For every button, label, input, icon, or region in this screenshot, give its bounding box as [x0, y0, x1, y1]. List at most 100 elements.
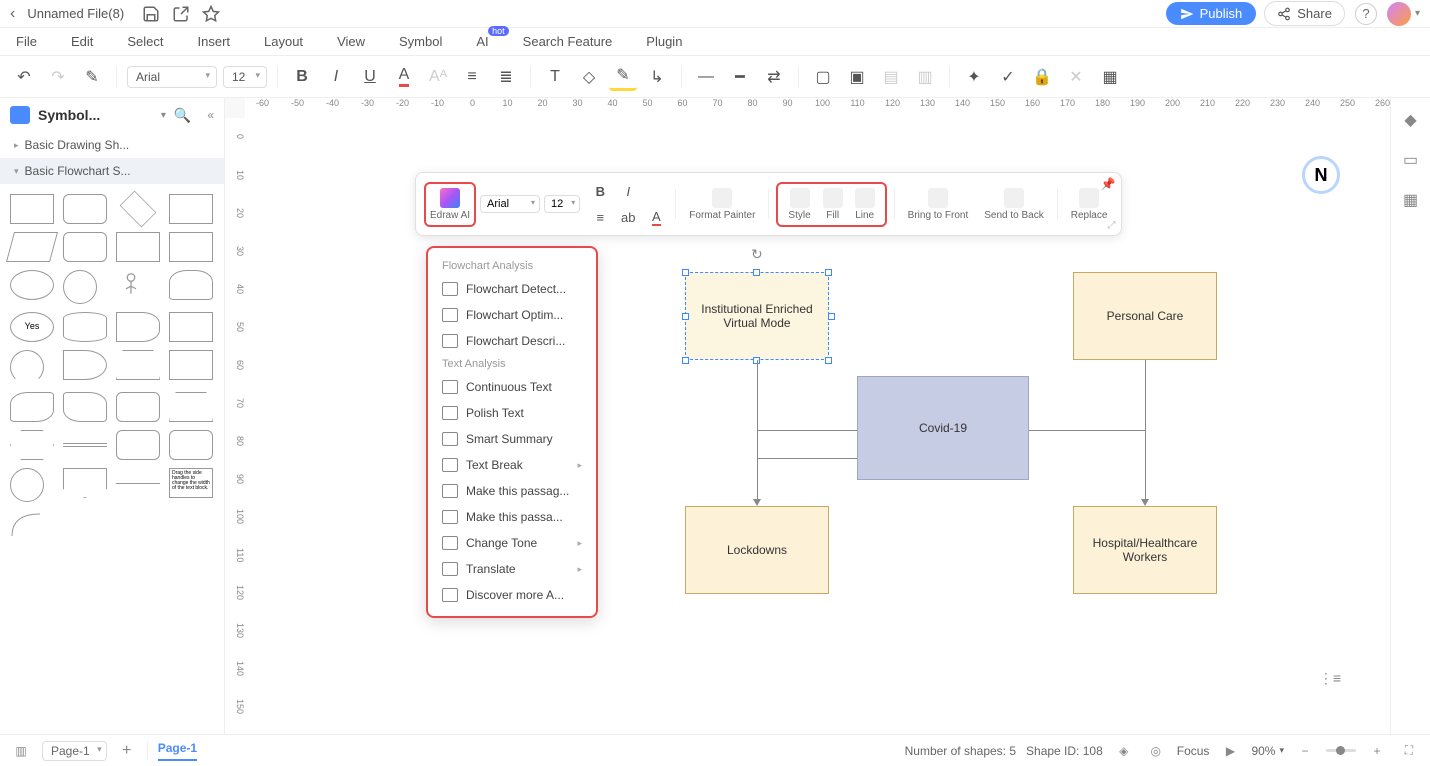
fullscreen-icon[interactable]: ⛶ — [1398, 740, 1420, 762]
avatar[interactable] — [1387, 2, 1411, 26]
library-dropdown-icon[interactable]: ▾ — [161, 110, 166, 121]
send-back-button[interactable]: Send to Back — [978, 186, 1049, 223]
shape-pill[interactable] — [63, 232, 107, 262]
focus-label[interactable]: Focus — [1177, 744, 1210, 758]
text-box-icon[interactable]: T — [541, 63, 569, 91]
fill-button[interactable]: Fill — [817, 186, 849, 223]
shape-institutional[interactable]: Institutional Enriched Virtual Mode — [685, 272, 829, 360]
shape-capsule[interactable] — [116, 430, 160, 460]
distribute-icon[interactable]: ▥ — [911, 63, 939, 91]
menu-select[interactable]: Select — [127, 34, 163, 49]
shape-trapezoid[interactable] — [169, 392, 213, 422]
line-style-icon[interactable]: — — [692, 63, 720, 91]
shape-manual-input[interactable] — [116, 350, 160, 380]
shape-offpage[interactable] — [10, 468, 44, 502]
zoom-slider[interactable] — [1326, 749, 1356, 752]
float-size-select[interactable]: 12 — [544, 195, 580, 213]
help-icon[interactable]: ? — [1355, 3, 1377, 25]
edraw-ai-button[interactable]: Edraw AI — [424, 182, 476, 227]
shape-covid[interactable]: Covid-19 — [857, 376, 1029, 480]
search-icon[interactable]: 🔍 — [174, 107, 191, 124]
arrow-icon[interactable]: ⇄ — [760, 63, 788, 91]
italic-icon[interactable]: I — [322, 63, 350, 91]
menu-edit[interactable]: Edit — [71, 34, 93, 49]
ai-discover[interactable]: Discover more A... — [434, 582, 590, 608]
shape-note[interactable]: Drag the side handles to change the widt… — [169, 468, 213, 498]
shape-predef[interactable] — [116, 232, 160, 262]
page-tab[interactable]: Page-1 — [158, 741, 197, 761]
undo-icon[interactable]: ↶ — [10, 63, 38, 91]
float-align-icon[interactable]: ≡ — [588, 205, 612, 229]
zoom-in-icon[interactable]: + — [1366, 740, 1388, 762]
layers-icon[interactable]: ▣ — [843, 63, 871, 91]
fill-icon[interactable]: ◇ — [575, 63, 603, 91]
shape-stored[interactable] — [63, 392, 107, 422]
replace-button[interactable]: Replace — [1065, 186, 1114, 223]
ai-describe[interactable]: Flowchart Descri... — [434, 328, 590, 354]
shape-doc[interactable] — [169, 194, 213, 224]
font-select[interactable]: Arial — [127, 66, 217, 88]
brush-icon[interactable]: ✎ — [78, 63, 106, 91]
check-icon[interactable]: ✓ — [994, 63, 1022, 91]
group-icon[interactable]: ▢ — [809, 63, 837, 91]
shape-lockdowns[interactable]: Lockdowns — [685, 506, 829, 594]
shape-actor[interactable] — [116, 270, 160, 300]
ai-detect[interactable]: Flowchart Detect... — [434, 276, 590, 302]
pin-icon[interactable]: 📌 — [1100, 177, 1115, 191]
shape-rect[interactable] — [10, 194, 54, 224]
float-bold-icon[interactable]: B — [588, 179, 612, 203]
float-color-icon[interactable]: A — [644, 205, 668, 229]
comment-panel-icon[interactable]: ▭ — [1399, 148, 1423, 172]
size-select[interactable]: 12 — [223, 66, 267, 88]
play-icon[interactable]: ▶ — [1219, 740, 1241, 762]
menu-symbol[interactable]: Symbol — [399, 34, 442, 49]
add-page-icon[interactable]: + — [117, 741, 137, 761]
canvas[interactable]: Edraw AI Arial 12 B I ≡ ab A Format Pain… — [245, 118, 1390, 734]
rotate-icon[interactable]: ↻ — [751, 246, 763, 263]
shape-subproc[interactable] — [169, 232, 213, 262]
float-italic-icon[interactable]: I — [616, 179, 640, 203]
float-strike-icon[interactable]: ab — [616, 205, 640, 229]
shape-hexagon[interactable] — [10, 430, 54, 460]
font-color-icon[interactable]: A — [390, 63, 418, 91]
bold-icon[interactable]: B — [288, 63, 316, 91]
line-color-icon[interactable]: ✎ — [609, 63, 637, 91]
ai-polish[interactable]: Polish Text — [434, 400, 590, 426]
zoom-level[interactable]: 90% ▾ — [1251, 744, 1284, 758]
shape-connector-circle[interactable] — [10, 350, 44, 384]
shape-para[interactable] — [6, 232, 58, 262]
avatar-dropdown-icon[interactable]: ▾ — [1415, 8, 1420, 19]
align-obj-icon[interactable]: ▤ — [877, 63, 905, 91]
text-size-icon[interactable]: Aᴬ — [424, 63, 452, 91]
align-v-icon[interactable]: ≣ — [492, 63, 520, 91]
data-icon[interactable]: ▦ — [1096, 63, 1124, 91]
share-button[interactable]: Share — [1264, 1, 1345, 26]
shape-internal[interactable] — [169, 350, 213, 380]
connector-icon[interactable]: ↳ — [643, 63, 671, 91]
format-painter-button[interactable]: Format Painter — [683, 186, 761, 223]
ai-passage1[interactable]: Make this passag... — [434, 478, 590, 504]
format-panel-icon[interactable]: ◆ — [1399, 108, 1423, 132]
shape-stadium[interactable] — [169, 430, 213, 460]
publish-button[interactable]: Publish — [1166, 2, 1257, 25]
shape-round-rect[interactable] — [63, 194, 107, 224]
redo-icon[interactable]: ↷ — [44, 63, 72, 91]
menu-search[interactable]: Search Feature — [523, 34, 613, 49]
style-button[interactable]: Style — [782, 186, 816, 223]
menu-view[interactable]: View — [337, 34, 365, 49]
shape-cylinder[interactable] — [63, 312, 107, 342]
shape-hospital[interactable]: Hospital/Healthcare Workers — [1073, 506, 1217, 594]
ai-summary[interactable]: Smart Summary — [434, 426, 590, 452]
apps-panel-icon[interactable]: ▦ — [1399, 188, 1423, 212]
back-icon[interactable]: ‹ — [10, 5, 15, 23]
shape-ellipse[interactable] — [10, 270, 54, 300]
zoom-out-icon[interactable]: − — [1294, 740, 1316, 762]
shape-arrow-line[interactable] — [116, 483, 160, 484]
ai-translate[interactable]: Translate▸ — [434, 556, 590, 582]
shape-circle[interactable] — [63, 270, 97, 304]
shape-arc[interactable] — [10, 510, 54, 540]
ai-tone[interactable]: Change Tone▸ — [434, 530, 590, 556]
shape-terminator[interactable] — [116, 392, 160, 422]
export-icon[interactable] — [172, 5, 190, 23]
snap-icon[interactable]: ✦ — [960, 63, 988, 91]
